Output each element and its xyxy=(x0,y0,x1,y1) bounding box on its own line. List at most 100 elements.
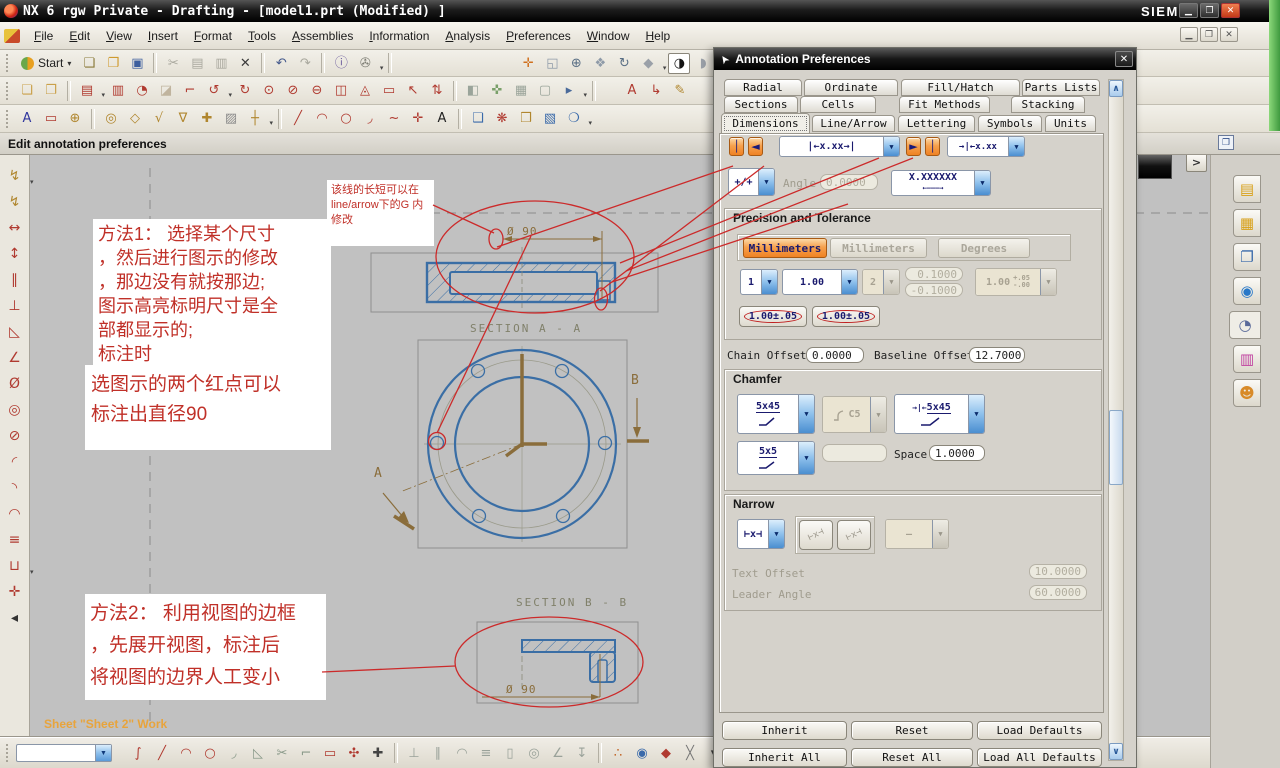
tab-ordinate[interactable]: Ordinate xyxy=(804,79,898,96)
annotation-style-icon[interactable]: A xyxy=(621,80,643,101)
information-icon[interactable]: ⓘ xyxy=(330,53,352,74)
redo-icon[interactable]: ↷ xyxy=(294,53,316,74)
mdi-restore-button[interactable]: ❐ xyxy=(1200,27,1218,42)
sheet-layout-icon[interactable]: ◧ xyxy=(462,80,484,101)
web-browser-icon[interactable]: ◉ xyxy=(1233,277,1261,305)
roles-icon[interactable]: ☻ xyxy=(1233,379,1261,407)
menu-file[interactable]: File xyxy=(26,25,61,47)
palettes-icon[interactable]: ▥ xyxy=(1233,345,1261,373)
tab-line-arrow[interactable]: Line/Arrow xyxy=(812,115,895,132)
chamfer-c5-dropdown[interactable]: C5 ▼ xyxy=(822,396,887,433)
crosshair-icon[interactable]: ✛ xyxy=(3,580,27,604)
angle-field[interactable]: 0.0000 xyxy=(820,174,878,190)
sketch-circle-icon[interactable]: ○ xyxy=(199,743,221,764)
restore-button[interactable]: ❐ xyxy=(1200,3,1219,18)
tab-parts-lists[interactable]: Parts Lists xyxy=(1022,79,1100,96)
feature-control-frame-icon[interactable]: ▭ xyxy=(40,108,62,129)
history-icon[interactable]: ◔ xyxy=(1229,311,1261,339)
dimension-line-2-button[interactable]: │ xyxy=(925,137,940,156)
fit-view-icon[interactable]: ✛ xyxy=(517,53,539,74)
tolerance-display-2-toggle[interactable]: 1.00±.05 xyxy=(812,306,880,327)
display-options-icon[interactable]: ◗▾ xyxy=(692,53,721,74)
tab-symbols[interactable]: Symbols xyxy=(978,115,1042,132)
chevron-down-icon[interactable]: ▾ xyxy=(101,92,105,99)
cylindrical-dimension-icon[interactable]: Ø xyxy=(3,372,27,396)
vertical-dimension-icon[interactable]: ↕ xyxy=(3,242,27,266)
cut-icon[interactable]: ✂ xyxy=(162,53,184,74)
dialog-scrollbar[interactable]: ∧ ∨ xyxy=(1108,79,1124,761)
selection-mode-icon[interactable]: ▸ ▾ xyxy=(558,80,587,101)
scroll-down-button[interactable]: ∨ xyxy=(1109,743,1123,760)
angular-dimension-icon[interactable]: ∠ xyxy=(3,346,27,370)
copy-icon[interactable]: ▤ xyxy=(186,53,208,74)
expand-panel-button[interactable]: > xyxy=(1186,153,1207,172)
chamfer-5x5-dropdown[interactable]: 5x5 ▼ xyxy=(737,441,815,475)
constraint-angle-icon[interactable]: ∠ xyxy=(547,743,569,764)
constraint-perpendicular-icon[interactable]: ⊥ xyxy=(403,743,425,764)
pattern-curve-icon[interactable]: ✣ xyxy=(343,743,365,764)
tab-radial[interactable]: Radial xyxy=(724,79,802,96)
mdi-close-button[interactable]: ✕ xyxy=(1220,27,1238,42)
load-all-defaults-button[interactable]: Load All Defaults xyxy=(977,748,1102,767)
end-point-snap-icon[interactable]: ◉ xyxy=(631,743,653,764)
crosshatch-icon[interactable]: ▨ xyxy=(220,108,242,129)
menu-window[interactable]: Window xyxy=(579,25,638,47)
chevron-down-icon[interactable]: ▼ xyxy=(974,171,990,195)
display-views-icon[interactable]: ❍ ▾ xyxy=(563,108,592,129)
view-boundary-icon[interactable]: ▭ xyxy=(378,80,400,101)
rotate-view-icon[interactable]: ↻ xyxy=(613,53,635,74)
constraint-collinear-icon[interactable]: ▯ xyxy=(499,743,521,764)
leader-icon[interactable]: ↳ xyxy=(645,80,667,101)
centerline-icon[interactable]: ┼ ▾ xyxy=(244,108,273,129)
chevron-down-icon[interactable]: ▼ xyxy=(758,169,774,195)
chevron-down-icon[interactable]: ▼ xyxy=(841,270,857,294)
start-button[interactable]: Start ▾ xyxy=(15,54,77,72)
scroll-thumb[interactable] xyxy=(1109,410,1123,485)
constraint-navigator-icon[interactable]: ▦ xyxy=(1233,209,1261,237)
tab-sections[interactable]: Sections xyxy=(724,96,798,113)
menu-preferences[interactable]: Preferences xyxy=(498,25,579,47)
base-view-icon[interactable]: ▤ ▾ xyxy=(76,80,105,101)
toolbar-grip[interactable] xyxy=(6,54,10,72)
leader-angle-field[interactable]: 60.0000 xyxy=(1029,585,1087,600)
half-section-view-icon[interactable]: ⊖ xyxy=(306,80,328,101)
pan-view-icon[interactable]: ❖ xyxy=(589,53,611,74)
menu-insert[interactable]: Insert xyxy=(140,25,186,47)
menu-analysis[interactable]: Analysis xyxy=(437,25,498,47)
mid-point-snap-icon[interactable]: ◆ xyxy=(655,743,677,764)
revolved-section-view-icon[interactable]: ⊙ xyxy=(258,80,280,101)
lower-tolerance-field[interactable]: -0.1000 xyxy=(905,283,963,297)
save-icon[interactable]: ▣ xyxy=(126,53,148,74)
pattern-icon[interactable]: ❒ xyxy=(515,108,537,129)
balloon-icon[interactable]: ◎ xyxy=(100,108,122,129)
point-icon[interactable]: ✛ xyxy=(407,108,429,129)
zoom-in-out-icon[interactable]: ⊕ xyxy=(565,53,587,74)
move-copy-view-icon[interactable]: ↖ xyxy=(402,80,424,101)
new-file-icon[interactable]: ❏ xyxy=(78,53,100,74)
eraser-icon[interactable]: ◪ xyxy=(155,80,177,101)
dimension-diameter-90-bottom[interactable]: Ø 90 xyxy=(506,683,537,696)
tab-stacking[interactable]: Stacking xyxy=(1011,96,1085,113)
chamfer-leader-dropdown[interactable]: →|←5x45 ▼ xyxy=(894,394,985,434)
tab-fit-methods[interactable]: Fit Methods xyxy=(899,96,990,113)
target-point-symbol-icon[interactable]: ✚ xyxy=(196,108,218,129)
menu-help[interactable]: Help xyxy=(637,25,678,47)
dimension-style-dropdown[interactable]: |←x.xx→| ▼ xyxy=(779,136,900,157)
spline-icon[interactable]: ~ xyxy=(383,108,405,129)
chevron-down-icon[interactable]: ▾ xyxy=(583,92,587,99)
inherit-all-button[interactable]: Inherit All xyxy=(722,748,847,767)
open-sheet-icon[interactable]: ❐ xyxy=(40,80,62,101)
arrow-in-button[interactable]: ◄ xyxy=(748,137,763,156)
note-icon[interactable]: A xyxy=(16,108,38,129)
dimension-places-dropdown[interactable]: 1 ▼ xyxy=(740,269,778,295)
new-sheet-icon[interactable]: ❏ xyxy=(16,80,38,101)
mdi-minimize-button[interactable]: ▁ xyxy=(1180,27,1198,42)
part-navigator-icon[interactable]: ❐ xyxy=(1233,243,1261,271)
parallel-dimension-icon[interactable]: ∥ xyxy=(3,268,27,292)
chevron-down-icon[interactable]: ▾ xyxy=(663,64,667,72)
folded-radius-dimension-icon[interactable]: ◠ xyxy=(3,502,27,526)
toolbar-grip[interactable] xyxy=(6,109,10,128)
sketch-line-icon[interactable]: ╱ xyxy=(151,743,173,764)
menu-view[interactable]: View xyxy=(98,25,140,47)
circle-icon[interactable]: ○ xyxy=(335,108,357,129)
